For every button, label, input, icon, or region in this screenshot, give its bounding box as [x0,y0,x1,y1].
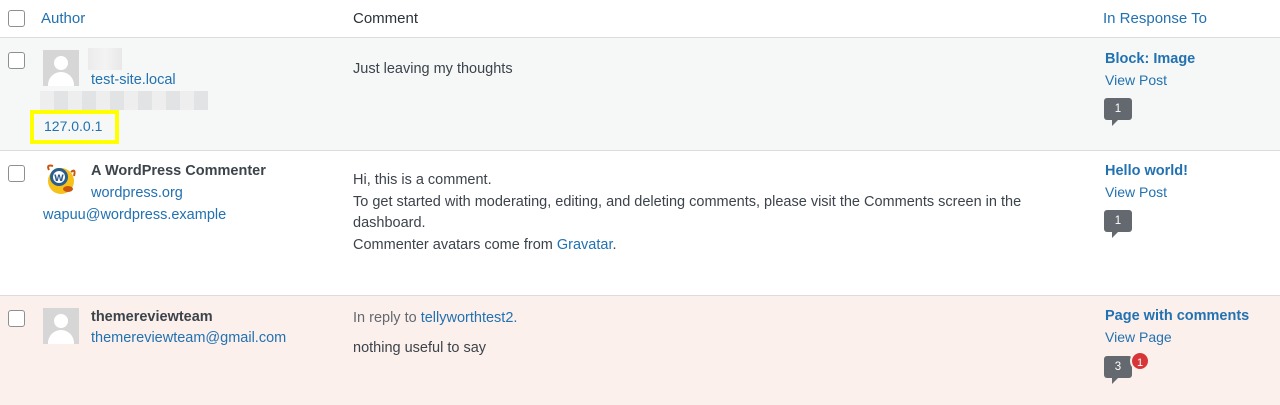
pending-count-badge[interactable]: 1 [1130,351,1150,371]
view-post-link[interactable]: View Post [1105,72,1167,88]
author-name: themereviewteam [91,309,213,325]
comment-line-text: Commenter avatars come from [353,236,557,253]
post-title-link[interactable]: Hello world! [1105,163,1188,179]
reply-to-line: In reply to tellyworthtest2. [353,308,517,330]
comment-line: To get started with moderating, editing,… [353,193,1022,210]
author-email-link[interactable]: themereviewteam@gmail.com [91,330,286,346]
select-all-checkbox[interactable] [8,10,25,27]
row-checkbox[interactable] [8,52,25,69]
post-title-link[interactable]: Page with comments [1105,308,1249,324]
view-page-link[interactable]: View Page [1105,329,1172,345]
redacted-author-name [88,48,122,70]
comment-line: Hi, this is a comment. [353,172,492,188]
reply-to-link[interactable]: tellyworthtest2. [421,310,518,326]
author-url-link[interactable]: test-site.local [91,72,176,88]
comment-row: W A WordPress Commenter wordpress.org wa… [0,151,1280,296]
comment-text: nothing useful to say [353,340,487,356]
comment-line: dashboard. [353,215,426,231]
view-post-link[interactable]: View Post [1105,184,1167,200]
author-url-link[interactable]: wordpress.org [91,185,183,201]
comment-bubble-icon[interactable]: 3 [1104,356,1132,384]
author-name: A WordPress Commenter [91,163,266,179]
table-header: Author Comment In Response To [0,0,1280,38]
row-checkbox[interactable] [8,310,25,327]
comment-text: Hi, this is a comment. To get started wi… [353,170,1021,256]
redacted-author-email [40,91,208,110]
column-comment-heading: Comment [353,10,419,27]
comment-bubble-icon[interactable]: 1 [1104,98,1132,126]
default-avatar-icon [43,308,79,344]
reply-to-label: In reply to [353,310,421,326]
column-author-sort-link[interactable]: Author [41,10,85,27]
comment-text: Just leaving my thoughts [353,61,513,77]
gravatar-link[interactable]: Gravatar [557,237,613,253]
author-email-link[interactable]: wapuu@wordpress.example [43,207,226,223]
wapuu-avatar-icon: W [47,164,76,194]
comment-bubble-icon[interactable]: 1 [1104,210,1132,238]
author-ip-link[interactable]: 127.0.0.1 [44,118,102,134]
post-title-link[interactable]: Block: Image [1105,51,1195,67]
row-checkbox[interactable] [8,165,25,182]
column-response-sort-link[interactable]: In Response To [1103,10,1207,27]
comment-line: Commenter avatars come from Gravatar. [353,235,1021,257]
comment-line-suffix: . [612,236,617,253]
default-avatar-icon [43,50,79,86]
comment-row: test-site.local 127.0.0.1 Just leaving m… [0,38,1280,151]
svg-text:W: W [54,174,64,184]
comment-row-unapproved: themereviewteam themereviewteam@gmail.co… [0,296,1280,405]
